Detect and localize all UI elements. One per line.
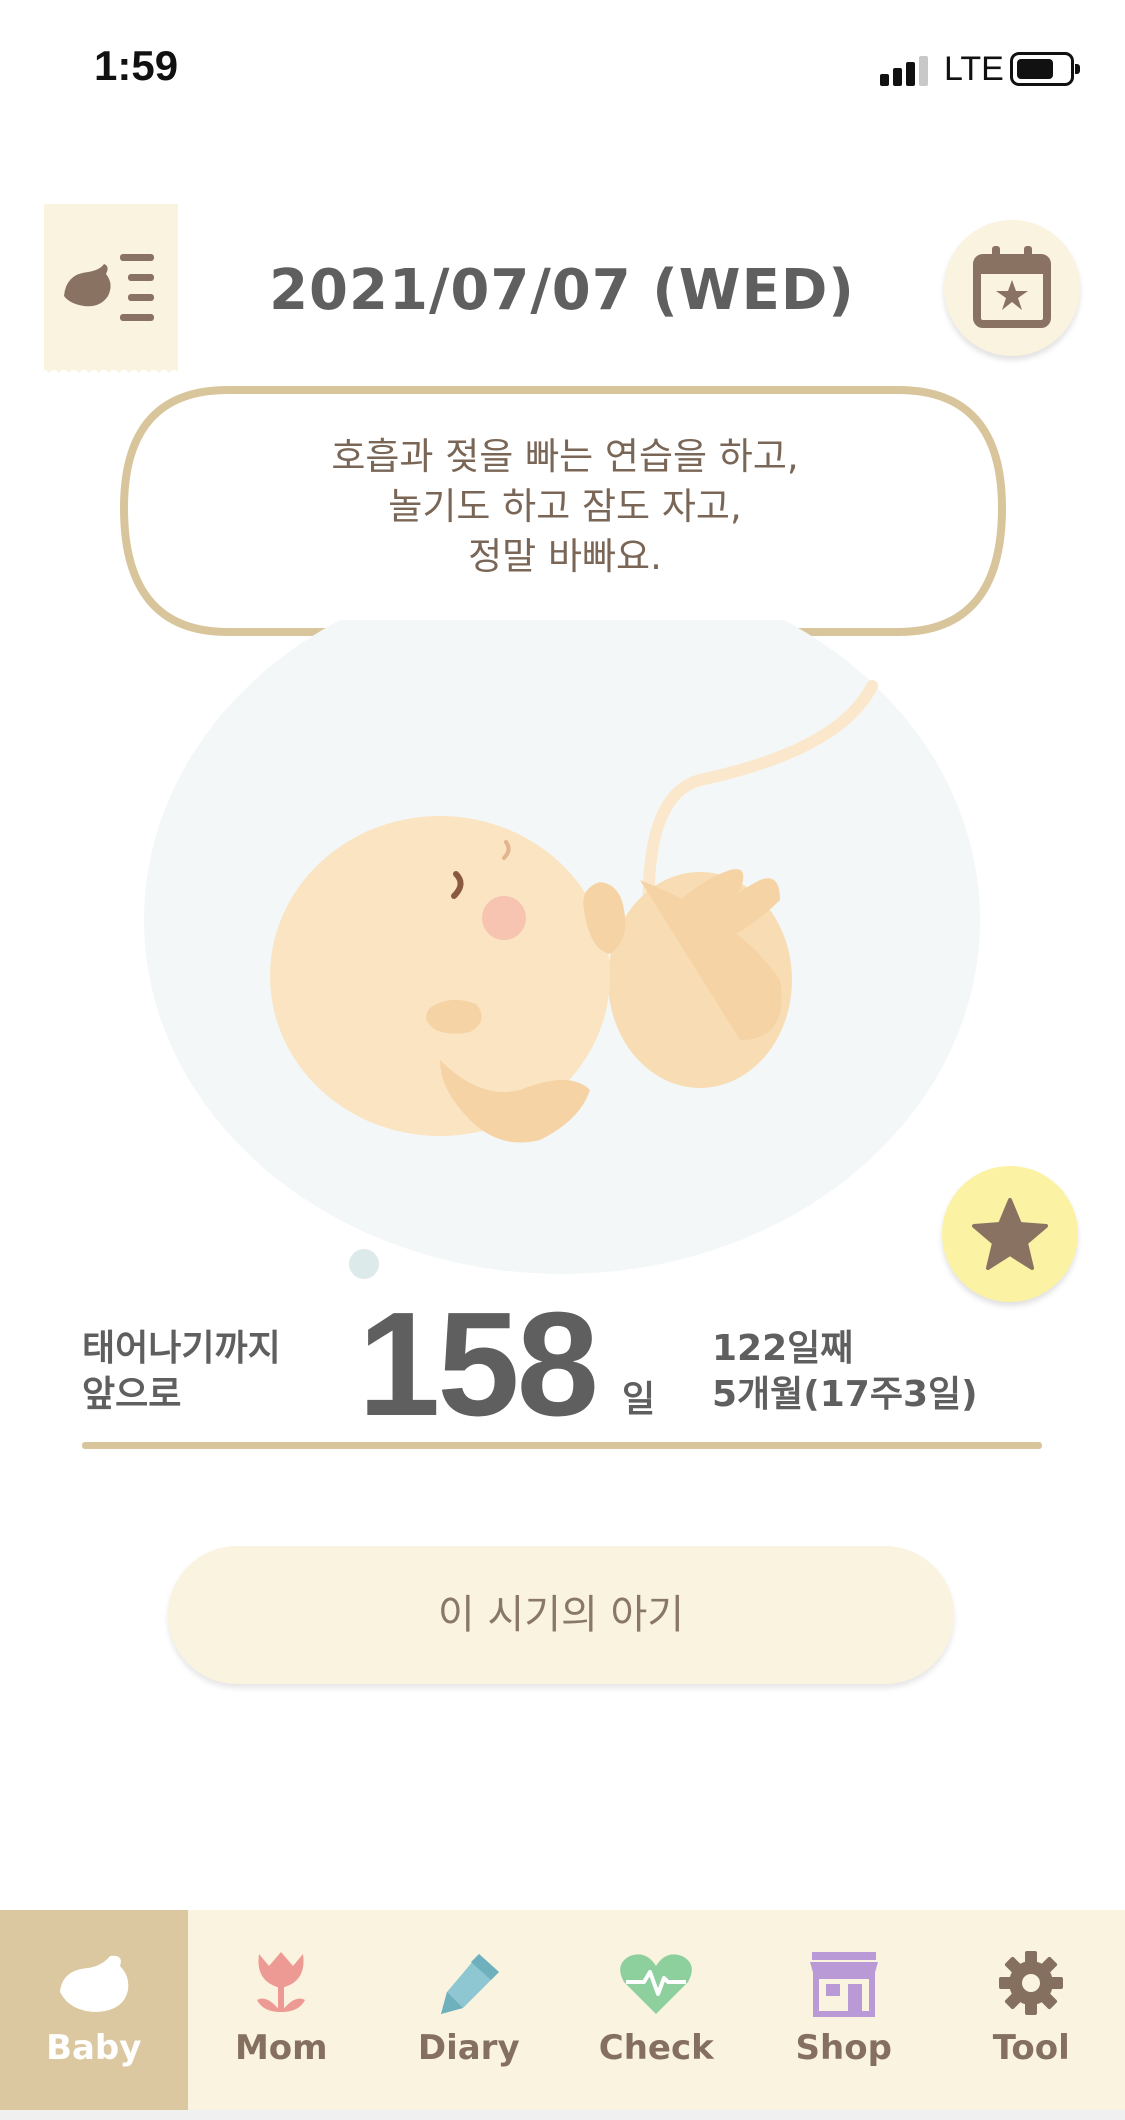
tab-label: Diary [417,2028,520,2068]
tab-label: Shop [795,2028,892,2068]
bubble-line: 놀기도 하고 잠도 자고, [388,485,742,528]
baby-this-period-button[interactable]: 이 시기의 아기 [168,1546,954,1684]
bubble-message: 호흡과 젖을 빠는 연습을 하고, 놀기도 하고 잠도 자고, 정말 바빠요. [150,432,980,582]
tab-shop[interactable]: Shop [750,1910,938,2110]
bubble-line: 호흡과 젖을 빠는 연습을 하고, [331,435,799,478]
pencil-icon [440,1954,499,2014]
tab-mom[interactable]: Mom [188,1910,376,2110]
tab-tool[interactable]: Tool [938,1910,1125,2110]
tab-label: Mom [234,2028,328,2068]
tab-label: Tool [992,2028,1070,2068]
battery-icon [1010,52,1080,86]
bird-list-icon [64,254,154,321]
menu-button[interactable] [44,204,178,378]
tab-label: Baby [46,2028,142,2068]
calendar-button[interactable] [944,220,1080,356]
status-bar: 1:59 LTE [0,0,1125,130]
divider [82,1442,1042,1449]
page-title-date: 2021/07/07 (WED) [269,258,855,323]
countdown-label-line: 태어나기까지 [82,1328,281,1369]
star-icon [972,1198,1048,1270]
days-remaining: 158 [358,1282,599,1447]
bubble-line: 정말 바빠요. [468,535,662,578]
day-count: 122일째 [712,1328,854,1369]
tab-label: Check [598,2028,714,2068]
countdown-label-line: 앞으로 [82,1374,182,1415]
tab-baby[interactable]: Baby [0,1910,188,2110]
fetus-illustration [144,620,980,1279]
gear-icon [999,1951,1064,2015]
store-icon [809,1952,878,2017]
tulip-icon [257,1952,306,2012]
countdown-label: 태어나기까지 앞으로 [82,1326,281,1418]
signal-icon [880,56,932,86]
favorite-button[interactable] [942,1166,1078,1302]
network-type: LTE [944,50,1004,88]
tab-check[interactable]: Check [563,1910,751,2110]
bird-icon [59,1955,129,2012]
calendar-star-icon [973,246,1051,328]
bottom-nav: Baby Mom Diary Check Shop Tool [0,1910,1125,2110]
tab-diary[interactable]: Diary [375,1910,563,2110]
heart-pulse-icon [620,1954,693,2014]
month-week: 5개월(17주3일) [712,1374,978,1415]
status-time: 1:59 [94,42,179,89]
home-indicator-area [0,2110,1125,2120]
days-unit: 일 [622,1379,656,1420]
pregnancy-progress: 122일째 5개월(17주3일) [712,1326,978,1418]
